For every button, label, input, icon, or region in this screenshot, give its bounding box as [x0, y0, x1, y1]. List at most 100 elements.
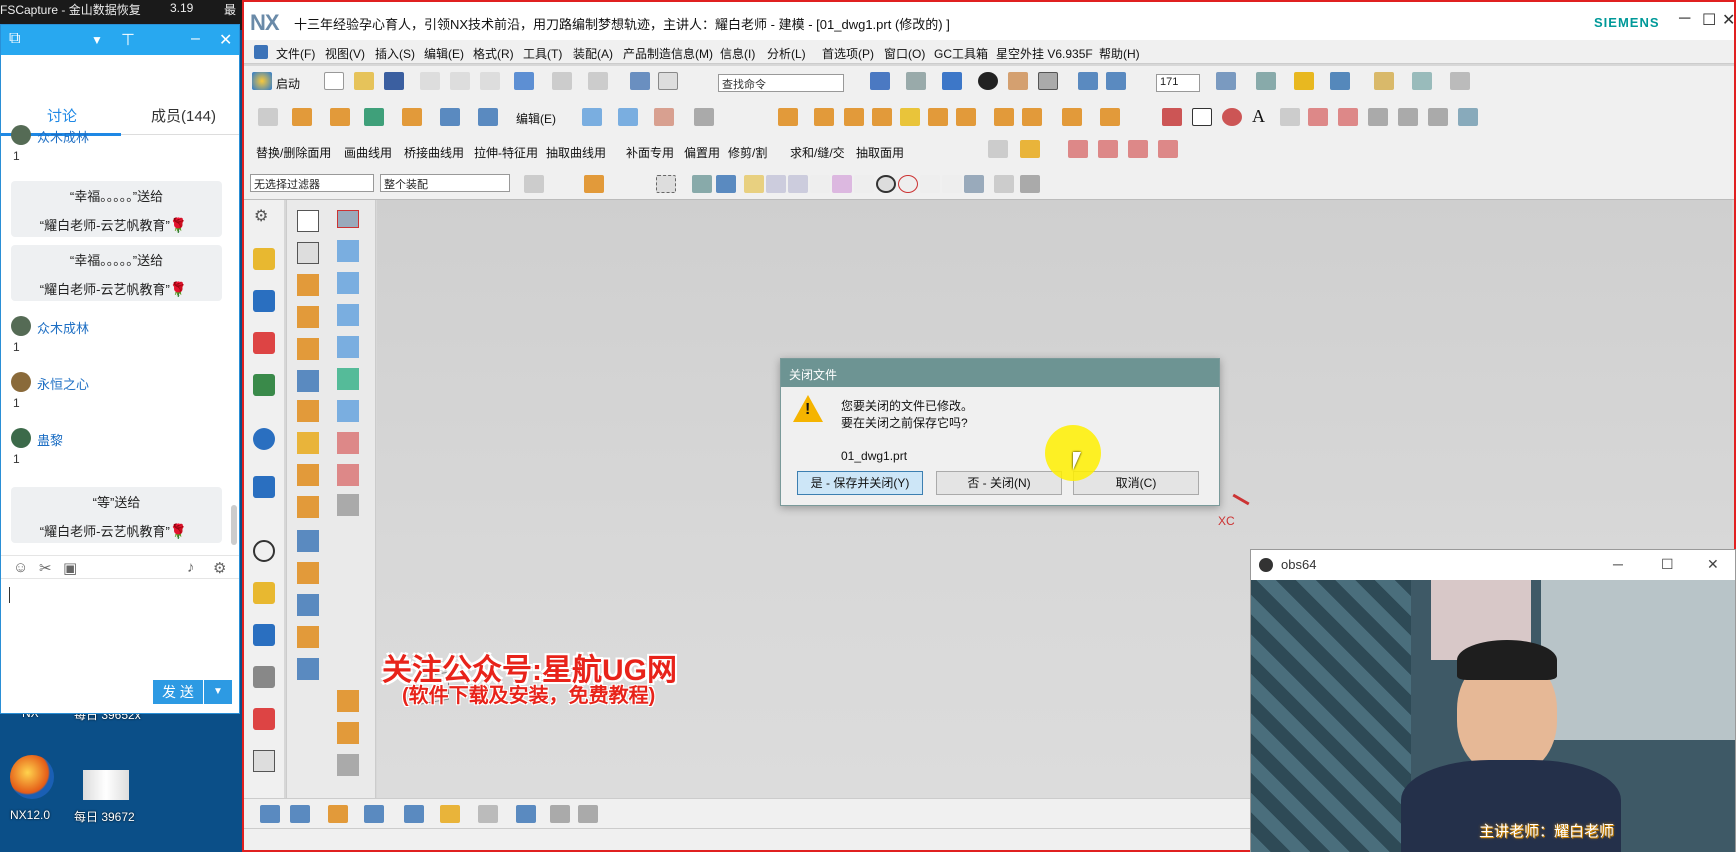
background-icon[interactable]: [978, 72, 998, 90]
revolve-icon[interactable]: [330, 108, 350, 126]
unite-body-icon[interactable]: [337, 690, 359, 712]
replace-face-icon[interactable]: [814, 108, 834, 126]
emoji-icon[interactable]: ☺: [13, 559, 28, 576]
copy-object-icon[interactable]: [290, 805, 310, 823]
menu-edit[interactable]: 编辑(E): [424, 45, 464, 62]
block-icon[interactable]: [297, 306, 319, 328]
line-icon[interactable]: [1162, 108, 1182, 126]
plane-icon[interactable]: [337, 210, 359, 228]
select-face-icon[interactable]: [692, 175, 712, 193]
custom-menu-curve[interactable]: 画曲线用: [344, 144, 392, 161]
intersect-curve-icon[interactable]: [1398, 108, 1418, 126]
arc-icon[interactable]: [1222, 108, 1242, 126]
datum-icon[interactable]: [364, 108, 384, 126]
snap-on-face-icon[interactable]: [964, 175, 984, 193]
divide-curve-icon[interactable]: [1068, 140, 1088, 158]
delete-feature-icon[interactable]: [988, 140, 1008, 158]
dimension-icon[interactable]: [1450, 72, 1470, 90]
transform-icon[interactable]: [1330, 72, 1350, 90]
minimize-icon[interactable]: –: [191, 30, 200, 48]
palette-icon[interactable]: [253, 750, 275, 772]
menu-file[interactable]: 文件(F): [276, 45, 315, 62]
constraint-navigator-icon[interactable]: [253, 290, 275, 312]
thicken-icon[interactable]: [297, 274, 319, 296]
window-switch-icon[interactable]: [658, 72, 678, 90]
clipping-icon[interactable]: [994, 175, 1014, 193]
pin-icon[interactable]: ⊤: [121, 30, 135, 50]
tab-members[interactable]: 成员(144): [151, 105, 216, 126]
desktop-item[interactable]: FSCapture - 金山数据恢复: [0, 1, 141, 18]
mesh-surface-icon[interactable]: [337, 240, 359, 262]
hole-icon[interactable]: [297, 370, 319, 392]
image-icon[interactable]: ▣: [63, 559, 77, 577]
voice-icon[interactable]: ♪: [187, 559, 195, 576]
edit-object-icon[interactable]: [404, 805, 424, 823]
save-icon[interactable]: [384, 72, 404, 90]
custom-menu-replace[interactable]: 替换/删除面用: [256, 144, 331, 161]
menu-help[interactable]: 帮助(H): [1099, 45, 1140, 62]
surface-icon[interactable]: [582, 108, 602, 126]
menu-pmi[interactable]: 产品制造信息(M): [623, 45, 713, 62]
custom-menu-offset[interactable]: 偏置用: [684, 144, 720, 161]
chat-user-name[interactable]: 永恒之心: [37, 374, 89, 393]
rectangle-icon[interactable]: [1192, 108, 1212, 126]
snap-point-icon[interactable]: [920, 175, 940, 193]
select-body-icon[interactable]: [716, 175, 736, 193]
annotation-icon[interactable]: [516, 805, 536, 823]
trim-curve-icon[interactable]: [1098, 140, 1118, 158]
trim-extend-icon[interactable]: [337, 432, 359, 454]
snap-curve-icon[interactable]: [832, 175, 852, 193]
tools-icon[interactable]: [1020, 175, 1040, 193]
layer-move-icon[interactable]: [440, 805, 460, 823]
custom-menu-extract-face[interactable]: 抽取面用: [856, 144, 904, 161]
menu-plugin[interactable]: 星空外挂 V6.935F: [996, 45, 1093, 62]
quick-pick-icon[interactable]: [260, 805, 280, 823]
pull-face-icon[interactable]: [956, 108, 976, 126]
offset-curve-icon[interactable]: [1308, 108, 1328, 126]
resize-face-icon[interactable]: [844, 108, 864, 126]
orient-view-icon[interactable]: [942, 72, 962, 90]
photo-icon[interactable]: [83, 770, 129, 800]
scale-body-icon[interactable]: [337, 754, 359, 776]
snap-quadrant-icon[interactable]: [898, 175, 918, 193]
menu-gc-toolkit[interactable]: GC工具箱: [934, 45, 988, 62]
selection-scope-select[interactable]: 整个装配: [380, 174, 510, 192]
send-button[interactable]: 发 送: [153, 680, 203, 704]
delete-face-icon[interactable]: [872, 108, 892, 126]
web-browser-icon[interactable]: [253, 428, 275, 450]
trim-sheet-icon[interactable]: [337, 400, 359, 422]
offset-icon[interactable]: [654, 108, 674, 126]
reuse-library-icon[interactable]: [253, 374, 275, 396]
open-folder-icon[interactable]: [354, 72, 374, 90]
save-and-close-button[interactable]: 是 - 保存并关闭(Y): [797, 471, 923, 495]
shell-icon[interactable]: [297, 400, 319, 422]
avatar[interactable]: [11, 428, 31, 448]
book-icon[interactable]: [297, 530, 319, 552]
touch-mode-icon[interactable]: [630, 72, 650, 90]
zoom-icon[interactable]: [550, 805, 570, 823]
copy-face-icon[interactable]: [1022, 108, 1042, 126]
custom-menu-extract[interactable]: 抽取曲线用: [546, 144, 606, 161]
swept-icon[interactable]: [337, 272, 359, 294]
maximize-icon[interactable]: ☐: [1702, 10, 1716, 30]
start-menu[interactable]: 启动: [276, 75, 300, 92]
tab-discuss[interactable]: 讨论: [47, 105, 77, 126]
patch-icon[interactable]: [297, 658, 319, 680]
text-style-icon[interactable]: [578, 805, 598, 823]
fit-view-icon[interactable]: [870, 72, 890, 90]
edit-menu[interactable]: 编辑(E): [516, 110, 556, 127]
cut-face-icon[interactable]: [994, 108, 1014, 126]
minimize-icon[interactable]: ─: [1679, 10, 1690, 28]
paste-icon[interactable]: [480, 72, 500, 90]
process-studio-icon[interactable]: [253, 666, 275, 688]
layout-icon[interactable]: [297, 210, 319, 232]
maximize-icon[interactable]: ☐: [1661, 556, 1674, 573]
menu-tools[interactable]: 工具(T): [523, 45, 562, 62]
chat-user-name[interactable]: 蛊黎: [37, 430, 63, 449]
edge-blend-icon[interactable]: [297, 432, 319, 454]
isoparametric-icon[interactable]: [1428, 108, 1448, 126]
measure-distance-icon[interactable]: [337, 494, 359, 516]
repeat-command-icon[interactable]: [588, 72, 608, 90]
menu-insert[interactable]: 插入(S): [375, 45, 415, 62]
message-input-caret[interactable]: [9, 587, 10, 603]
